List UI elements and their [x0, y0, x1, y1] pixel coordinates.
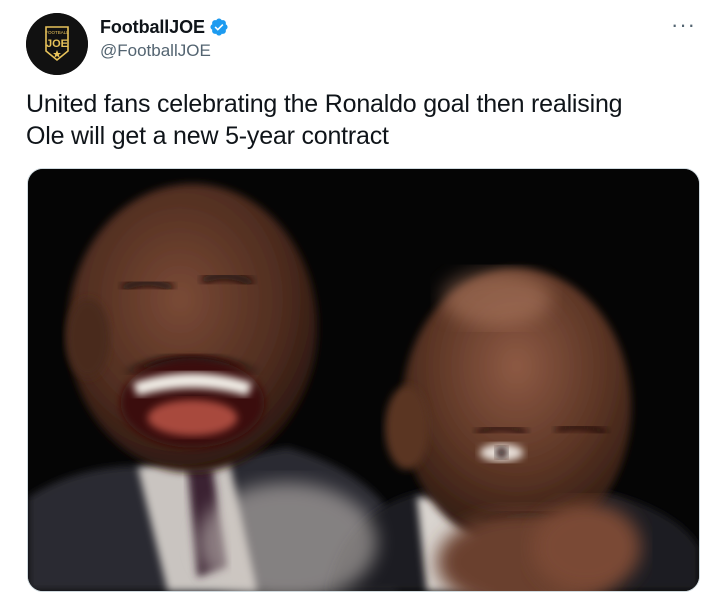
author-display-name[interactable]: FootballJOE	[100, 17, 205, 38]
tweet-text: United fans celebrating the Ronaldo goal…	[26, 88, 706, 152]
verified-badge-icon	[209, 17, 229, 37]
meme-photo-illustration	[28, 169, 699, 591]
author-avatar[interactable]: FOOTBALL JOE	[26, 13, 88, 75]
tweet-text-line-1: United fans celebrating the Ronaldo goal…	[26, 90, 623, 118]
svg-text:FOOTBALL: FOOTBALL	[45, 30, 69, 35]
author-handle[interactable]: @FootballJOE	[100, 41, 229, 61]
tweet-text-line-2: Ole will get a new 5-year contract	[26, 122, 389, 150]
svg-text:JOE: JOE	[46, 38, 68, 50]
tweet-media-image[interactable]	[27, 168, 700, 592]
tweet-card[interactable]: FOOTBALL JOE FootballJOE @FootballJOE ··…	[0, 0, 720, 608]
display-name-row: FootballJOE	[100, 16, 229, 38]
author-names: FootballJOE @FootballJOE	[100, 16, 229, 61]
footballjoe-logo-icon: FOOTBALL JOE	[26, 13, 88, 75]
more-options-icon[interactable]: ···	[671, 14, 696, 36]
